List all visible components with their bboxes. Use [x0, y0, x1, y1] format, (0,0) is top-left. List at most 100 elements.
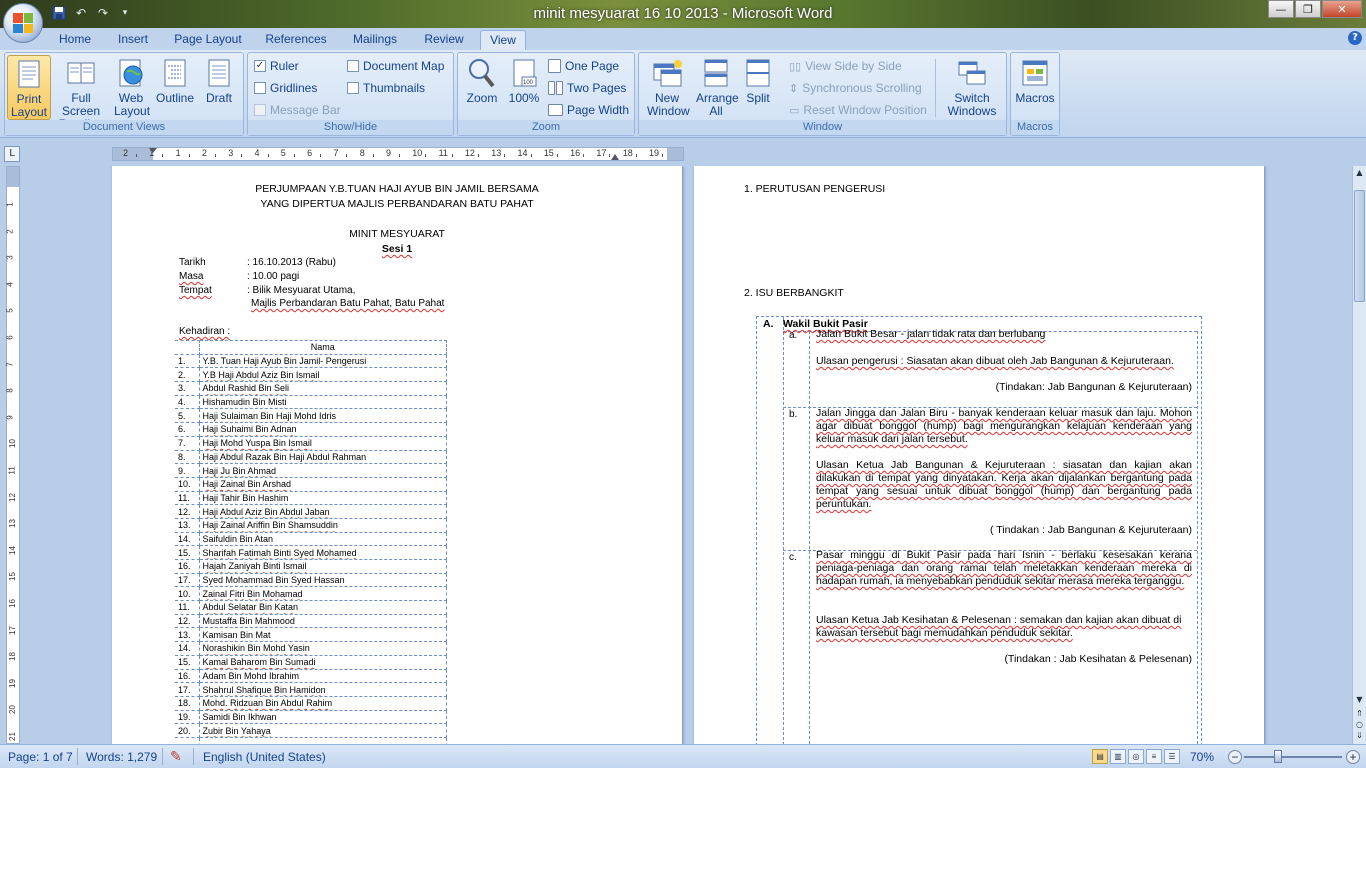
- web-layout-view-icon[interactable]: ◎: [1128, 749, 1144, 764]
- sub-a-text: Jalan Bukit Besar - jalan tidak rata dan…: [816, 328, 1046, 340]
- zoom-slider[interactable]: [1244, 756, 1342, 758]
- ribbon: Print Layout Full Screen Reading Web Lay…: [0, 50, 1366, 138]
- right-indent-marker-icon[interactable]: [611, 154, 619, 160]
- scroll-up-icon[interactable]: ▲: [1354, 167, 1365, 178]
- gridlines-checkbox[interactable]: Gridlines: [254, 79, 317, 97]
- scrollbar-thumb[interactable]: [1354, 190, 1365, 302]
- document-map-checkbox[interactable]: Document Map: [347, 57, 444, 75]
- group-macros: Macros Macros: [1010, 52, 1060, 136]
- sub-b-text: Jalan Jingga dan Jalan Biru - banyak ken…: [816, 407, 1192, 445]
- synchronous-scrolling-button[interactable]: ⇕ Synchronous Scrolling: [789, 79, 922, 97]
- web-layout-button[interactable]: Web Layout: [111, 55, 151, 120]
- minimize-button[interactable]: —: [1268, 0, 1294, 18]
- tab-view[interactable]: View: [480, 30, 526, 50]
- page-width-button[interactable]: Page Width: [548, 101, 629, 119]
- page-1[interactable]: PERJUMPAAN Y.B.TUAN HAJI AYUB BIN JAMIL …: [112, 166, 682, 744]
- previous-page-icon[interactable]: ⇑: [1354, 708, 1365, 719]
- document-area[interactable]: 1 2 3 4 5 6 7 8 9 10 11 12 13 14 15 16 17 18 19 20 21 PERJUM…: [0, 166, 1352, 744]
- indent-marker-icon[interactable]: [149, 148, 157, 153]
- print-layout-view-icon[interactable]: ▤: [1092, 749, 1108, 764]
- scroll-down-icon[interactable]: ▼: [1354, 694, 1365, 705]
- tab-home[interactable]: Home: [52, 30, 98, 50]
- zoom-in-icon[interactable]: +: [1346, 750, 1360, 764]
- macros-button[interactable]: Macros: [1013, 55, 1057, 120]
- horizontal-ruler[interactable]: 2 1 1 2 3 4 5 6 7 8 9 10 11 12 13 14 15 16 17 18 19: [112, 147, 684, 161]
- close-button[interactable]: ✕: [1322, 0, 1362, 18]
- vertical-ruler[interactable]: 1 2 3 4 5 6 7 8 9 10 11 12 13 14 15 16 17 18 19 20 21: [6, 166, 20, 744]
- reset-window-position-button[interactable]: ▭ Reset Window Position: [789, 101, 927, 119]
- split-button[interactable]: Split: [741, 55, 775, 120]
- ruler-number: 8: [359, 148, 365, 158]
- proofing-error-icon[interactable]: ✎: [170, 748, 182, 765]
- tab-mailings[interactable]: Mailings: [346, 30, 404, 50]
- zoom-100-icon: 100: [508, 57, 540, 89]
- attendee-name: Haji Abdul Aziz Bin Abdul Jaban: [198, 504, 447, 519]
- attendance-table[interactable]: Nama 1. Y.B. Tuan Haji Ayub Bin Jamil- Pe…: [175, 340, 447, 744]
- table-row: 4. Hishamudin Bin Misti: [175, 394, 447, 410]
- vertical-ruler-number: 4: [5, 282, 15, 287]
- table-row: 16. Hajah Zaniyah Binti Ismail: [175, 559, 447, 574]
- tab-insert[interactable]: Insert: [110, 30, 156, 50]
- ruler-tick: [635, 154, 637, 157]
- new-window-button[interactable]: New Window: [643, 55, 691, 120]
- select-browse-object-icon[interactable]: ○: [1354, 719, 1365, 730]
- restore-button[interactable]: ❐: [1295, 0, 1321, 18]
- message-bar-label: Message Bar: [270, 103, 341, 117]
- full-screen-reading-button[interactable]: Full Screen Reading: [53, 55, 109, 131]
- page-count[interactable]: Page: 1 of 7: [8, 750, 73, 764]
- attendee-number: 10.: [175, 476, 200, 492]
- issues-table-col-divider-1: [783, 317, 784, 744]
- ruler-number: 4: [254, 148, 260, 158]
- issues-table[interactable]: A. Wakil Bukit Pasir a. Jalan Bukit Besa…: [756, 316, 1202, 744]
- office-button[interactable]: [3, 3, 43, 43]
- arrange-all-button[interactable]: Arrange All: [693, 55, 739, 120]
- zoom-slider-thumb[interactable]: [1274, 750, 1282, 763]
- outline-view-icon[interactable]: ≡: [1146, 749, 1162, 764]
- tempat-value-1: : Bilik Mesyuarat Utama,: [247, 285, 356, 296]
- full-screen-view-icon[interactable]: ▥: [1110, 749, 1126, 764]
- vertical-scrollbar[interactable]: ▲ ▼ ⇑ ○ ⇓: [1352, 166, 1366, 744]
- tab-references[interactable]: References: [258, 30, 334, 50]
- zoom-level[interactable]: 70%: [1190, 750, 1214, 764]
- zoom-100-button[interactable]: 100 100%: [504, 55, 544, 120]
- tab-review[interactable]: Review: [416, 30, 472, 50]
- vertical-ruler-number: 21: [7, 732, 17, 741]
- attendee-number: 9.: [175, 463, 200, 478]
- two-pages-button[interactable]: Two Pages: [548, 79, 626, 97]
- view-side-by-side-button[interactable]: ▯▯ View Side by Side: [789, 57, 902, 75]
- attendee-name: Syed Mohammad Bin Syed Hassan: [198, 572, 447, 588]
- page-2[interactable]: 1. PERUTUSAN PENGERUSI 2. ISU BERBANGKIT…: [694, 166, 1264, 744]
- draft-view-icon[interactable]: ☰: [1164, 749, 1180, 764]
- print-layout-button[interactable]: Print Layout: [7, 55, 51, 120]
- table-row: 17. Shahrul Shafique Bin Hamidon: [175, 682, 447, 697]
- side-by-side-icon: ▯▯: [789, 60, 802, 73]
- switch-windows-button[interactable]: Switch Windows: [941, 55, 1003, 120]
- vertical-ruler-number: 19: [7, 678, 17, 688]
- thumbnails-checkbox[interactable]: Thumbnails: [347, 79, 425, 97]
- message-bar-checkbox[interactable]: Message Bar: [254, 101, 341, 119]
- table-row: 9. Haji Ju Bin Ahmad: [175, 463, 447, 478]
- zoom-button[interactable]: Zoom: [462, 55, 502, 120]
- attendee-number: 11.: [175, 600, 200, 615]
- draft-button[interactable]: Draft: [199, 55, 239, 120]
- tarikh-label: Tarikh: [179, 257, 206, 268]
- ruler-number: 10: [412, 148, 423, 158]
- table-row: 11. Abdul Selatar Bin Katan: [175, 600, 447, 615]
- word-count[interactable]: Words: 1,279: [86, 750, 157, 764]
- zoom-out-icon[interactable]: −: [1228, 750, 1242, 764]
- attendee-number: 5.: [175, 408, 200, 424]
- vertical-ruler-number: 5: [5, 308, 15, 314]
- table-header-row: Nama: [175, 340, 447, 355]
- attendee-name: Samidi Bin Ikhwan: [198, 709, 447, 725]
- next-page-icon[interactable]: ⇓: [1354, 730, 1365, 741]
- vertical-ruler-number: 7: [5, 361, 15, 367]
- ruler-checkbox[interactable]: ✓ Ruler: [254, 57, 299, 75]
- one-page-button[interactable]: One Page: [548, 57, 619, 75]
- tab-selector-button[interactable]: L: [4, 146, 20, 162]
- outline-button[interactable]: Outline: [153, 55, 197, 120]
- language-indicator[interactable]: English (United States): [203, 750, 326, 764]
- ruler-tick: [241, 154, 243, 157]
- tab-page-layout[interactable]: Page Layout: [170, 30, 246, 50]
- ruler-tick: [372, 154, 374, 157]
- help-icon[interactable]: ?: [1348, 31, 1362, 45]
